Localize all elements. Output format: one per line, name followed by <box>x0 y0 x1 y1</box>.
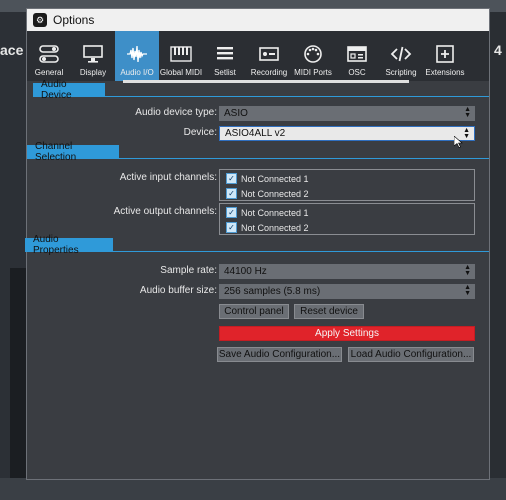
checkbox-checked[interactable]: ✓ <box>226 188 237 199</box>
osc-icon <box>345 43 369 65</box>
options-window: ⚙ Options General Display Audio I/O Glob… <box>25 8 490 481</box>
audio-device-type-label: Audio device type: <box>135 107 217 118</box>
apply-settings-button[interactable]: Apply Settings <box>219 326 475 341</box>
tab-label: OSC <box>348 68 366 77</box>
tab-label: Recording <box>250 68 288 77</box>
load-audio-configuration-button[interactable]: Load Audio Configuration... <box>348 347 474 362</box>
device-select[interactable]: ASIO4ALL v2 ▲ ▼ <box>219 126 475 141</box>
audio-device-type-select[interactable]: ASIO ▲ ▼ <box>219 106 475 121</box>
output-channel-1[interactable]: ✓ Not Connected 1 <box>226 207 309 218</box>
up-down-arrows-icon: ▲ ▼ <box>464 264 471 277</box>
plus-box-icon <box>433 43 457 65</box>
tab-display[interactable]: Display <box>71 31 115 81</box>
channel-name: Not Connected 1 <box>241 207 309 218</box>
input-channel-1[interactable]: ✓ Not Connected 1 <box>226 173 309 184</box>
up-down-arrows-icon: ▲ ▼ <box>463 127 470 140</box>
monitor-icon <box>81 43 105 65</box>
channel-name: Not Connected 2 <box>241 222 309 233</box>
section-divider <box>113 251 489 252</box>
up-down-arrows-icon: ▲ ▼ <box>464 284 471 297</box>
midi-connector-icon <box>301 43 325 65</box>
active-input-channels-label: Active input channels: <box>119 172 217 183</box>
sample-rate-label: Sample rate: <box>160 265 217 276</box>
select-value: ASIO4ALL v2 <box>225 128 286 139</box>
tab-label: Setlist <box>214 68 236 77</box>
select-value: ASIO <box>224 108 248 119</box>
checkbox-checked[interactable]: ✓ <box>226 222 237 233</box>
tab-global-midi[interactable]: Global MIDI <box>159 31 203 81</box>
section-audio-properties: Audio Properties <box>25 234 113 256</box>
tab-extensions[interactable]: Extensions <box>423 31 467 81</box>
tab-label: Extensions <box>425 68 465 77</box>
sample-rate-select[interactable]: 44100 Hz ▲ ▼ <box>219 264 475 279</box>
audio-buffer-size-select[interactable]: 256 samples (5.8 ms) ▲ ▼ <box>219 284 475 299</box>
input-channels-list: ✓ Not Connected 1 ✓ Not Connected 2 <box>219 169 475 201</box>
channel-name: Not Connected 2 <box>241 188 309 199</box>
active-output-channels-label: Active output channels: <box>113 206 217 217</box>
options-toolbar: General Display Audio I/O Global MIDI Se… <box>27 31 489 81</box>
output-channel-2[interactable]: ✓ Not Connected 2 <box>226 222 309 233</box>
background-text-right: 4 <box>494 42 502 58</box>
tab-label: Global MIDI <box>159 68 203 77</box>
record-icon <box>257 43 281 65</box>
tab-scripting[interactable]: Scripting <box>379 31 423 81</box>
section-channel-selection: Channel Selection <box>27 141 119 163</box>
tab-audio-io[interactable]: Audio I/O <box>115 31 159 81</box>
up-down-arrows-icon: ▲ ▼ <box>464 106 471 119</box>
gear-icon: ⚙ <box>33 13 47 27</box>
output-channels-list: ✓ Not Connected 1 ✓ Not Connected 2 <box>219 203 475 235</box>
tab-label: Scripting <box>385 68 417 77</box>
tab-label: Audio I/O <box>120 68 154 77</box>
list-icon <box>213 43 237 65</box>
audio-io-panel: Audio Device Audio device type: ASIO ▲ ▼ … <box>25 79 489 481</box>
tab-label: MIDI Ports <box>294 68 332 77</box>
checkbox-checked[interactable]: ✓ <box>226 207 237 218</box>
control-panel-button[interactable]: Control panel <box>219 304 289 319</box>
waveform-icon <box>125 43 149 65</box>
code-icon <box>389 43 413 65</box>
section-divider <box>105 96 489 97</box>
device-label: Device: <box>183 127 217 138</box>
background-right <box>488 12 506 500</box>
select-value: 44100 Hz <box>224 266 267 277</box>
checkbox-checked[interactable]: ✓ <box>226 173 237 184</box>
section-audio-device: Audio Device <box>33 79 105 101</box>
title-bar: ⚙ Options <box>27 9 489 31</box>
window-title: Options <box>53 13 95 27</box>
tab-setlist[interactable]: Setlist <box>203 31 247 81</box>
input-channel-2[interactable]: ✓ Not Connected 2 <box>226 188 309 199</box>
tab-general[interactable]: General <box>27 31 71 81</box>
tab-label: General <box>34 68 64 77</box>
toggle-switches-icon <box>37 43 61 65</box>
tab-label: Display <box>79 68 107 77</box>
save-audio-configuration-button[interactable]: Save Audio Configuration... <box>217 347 342 362</box>
reset-device-button[interactable]: Reset device <box>294 304 364 319</box>
section-divider <box>119 158 489 159</box>
piano-keys-icon <box>169 43 193 65</box>
channel-name: Not Connected 1 <box>241 173 309 184</box>
background-bottom <box>0 478 506 500</box>
mouse-cursor-icon <box>454 136 463 148</box>
tab-recording[interactable]: Recording <box>247 31 291 81</box>
tab-midi-ports[interactable]: MIDI Ports <box>291 31 335 81</box>
select-value: 256 samples (5.8 ms) <box>224 286 321 297</box>
audio-buffer-size-label: Audio buffer size: <box>139 285 217 296</box>
tab-osc[interactable]: OSC <box>335 31 379 81</box>
